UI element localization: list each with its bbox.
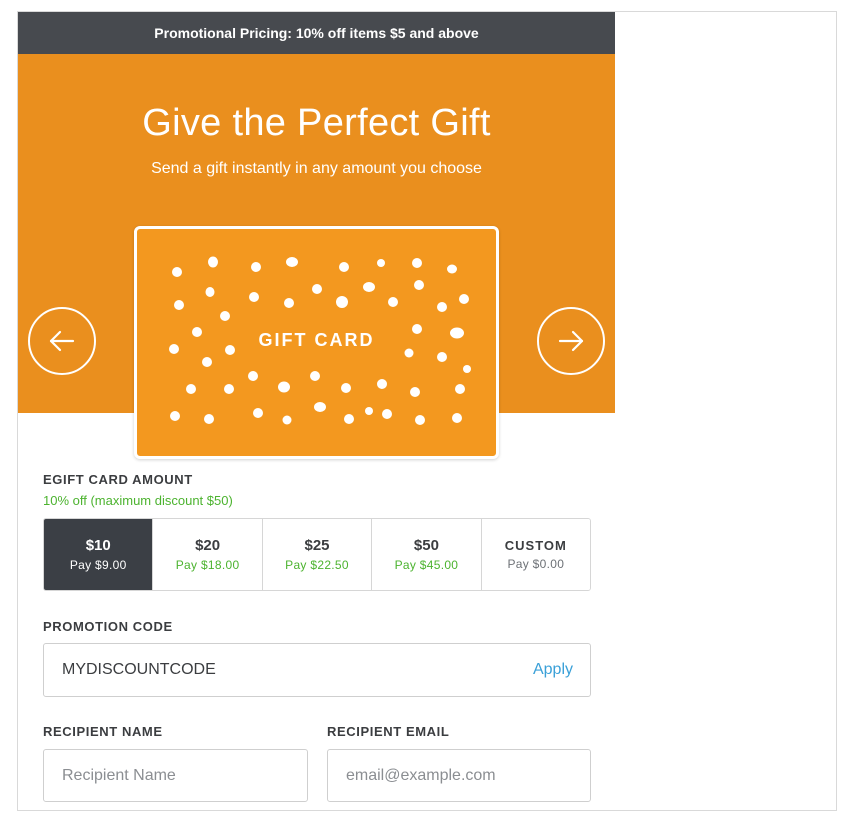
amount-option-50[interactable]: $50 Pay $45.00 bbox=[371, 519, 481, 590]
arrow-right-icon bbox=[558, 330, 584, 352]
amount-option-10[interactable]: $10 Pay $9.00 bbox=[44, 519, 153, 590]
gift-card-image: GIFT CARD bbox=[134, 226, 499, 459]
carousel-next-button[interactable] bbox=[537, 307, 605, 375]
hero-subtitle: Send a gift instantly in any amount you … bbox=[151, 160, 482, 177]
amount-option-custom[interactable]: CUSTOM Pay $0.00 bbox=[480, 519, 590, 590]
promotion-code-label: PROMOTION CODE bbox=[43, 619, 173, 634]
carousel-prev-button[interactable] bbox=[28, 307, 96, 375]
amount-option-20[interactable]: $20 Pay $18.00 bbox=[152, 519, 262, 590]
recipient-name-input[interactable] bbox=[62, 750, 247, 801]
amount-pay: Pay $9.00 bbox=[69, 558, 127, 572]
promo-banner-text: Promotional Pricing: 10% off items $5 an… bbox=[154, 25, 479, 41]
arrow-left-icon bbox=[49, 330, 75, 352]
apply-button[interactable]: Apply bbox=[533, 644, 573, 696]
recipient-email-field bbox=[327, 749, 591, 802]
amount-pay: Pay $22.50 bbox=[285, 558, 349, 572]
discount-note: 10% off (maximum discount $50) bbox=[43, 493, 233, 508]
amount-section-label: EGIFT CARD AMOUNT bbox=[43, 472, 193, 487]
recipient-name-field bbox=[43, 749, 308, 802]
recipient-name-label: RECIPIENT NAME bbox=[43, 724, 163, 739]
amount-value: $20 bbox=[195, 537, 221, 554]
recipient-email-label: RECIPIENT EMAIL bbox=[327, 724, 450, 739]
gift-card-label: GIFT CARD bbox=[258, 330, 375, 350]
hero-title: Give the Perfect Gift bbox=[142, 102, 491, 144]
amount-pay: Pay $0.00 bbox=[507, 557, 565, 571]
promo-banner: Promotional Pricing: 10% off items $5 an… bbox=[18, 12, 615, 54]
amount-value: CUSTOM bbox=[504, 538, 567, 553]
promotion-code-input[interactable] bbox=[62, 644, 445, 696]
recipient-email-input[interactable] bbox=[346, 750, 530, 801]
amount-value: $25 bbox=[304, 537, 330, 554]
amount-value: $10 bbox=[85, 537, 111, 554]
promotion-code-field: Apply bbox=[43, 643, 591, 697]
amount-pay: Pay $18.00 bbox=[175, 558, 240, 572]
amount-option-25[interactable]: $25 Pay $22.50 bbox=[261, 519, 372, 590]
amount-value: $50 bbox=[413, 537, 439, 554]
amount-options: $10 Pay $9.00 $20 Pay $18.00 $25 Pay $22… bbox=[43, 518, 591, 591]
amount-pay: Pay $45.00 bbox=[394, 558, 459, 572]
